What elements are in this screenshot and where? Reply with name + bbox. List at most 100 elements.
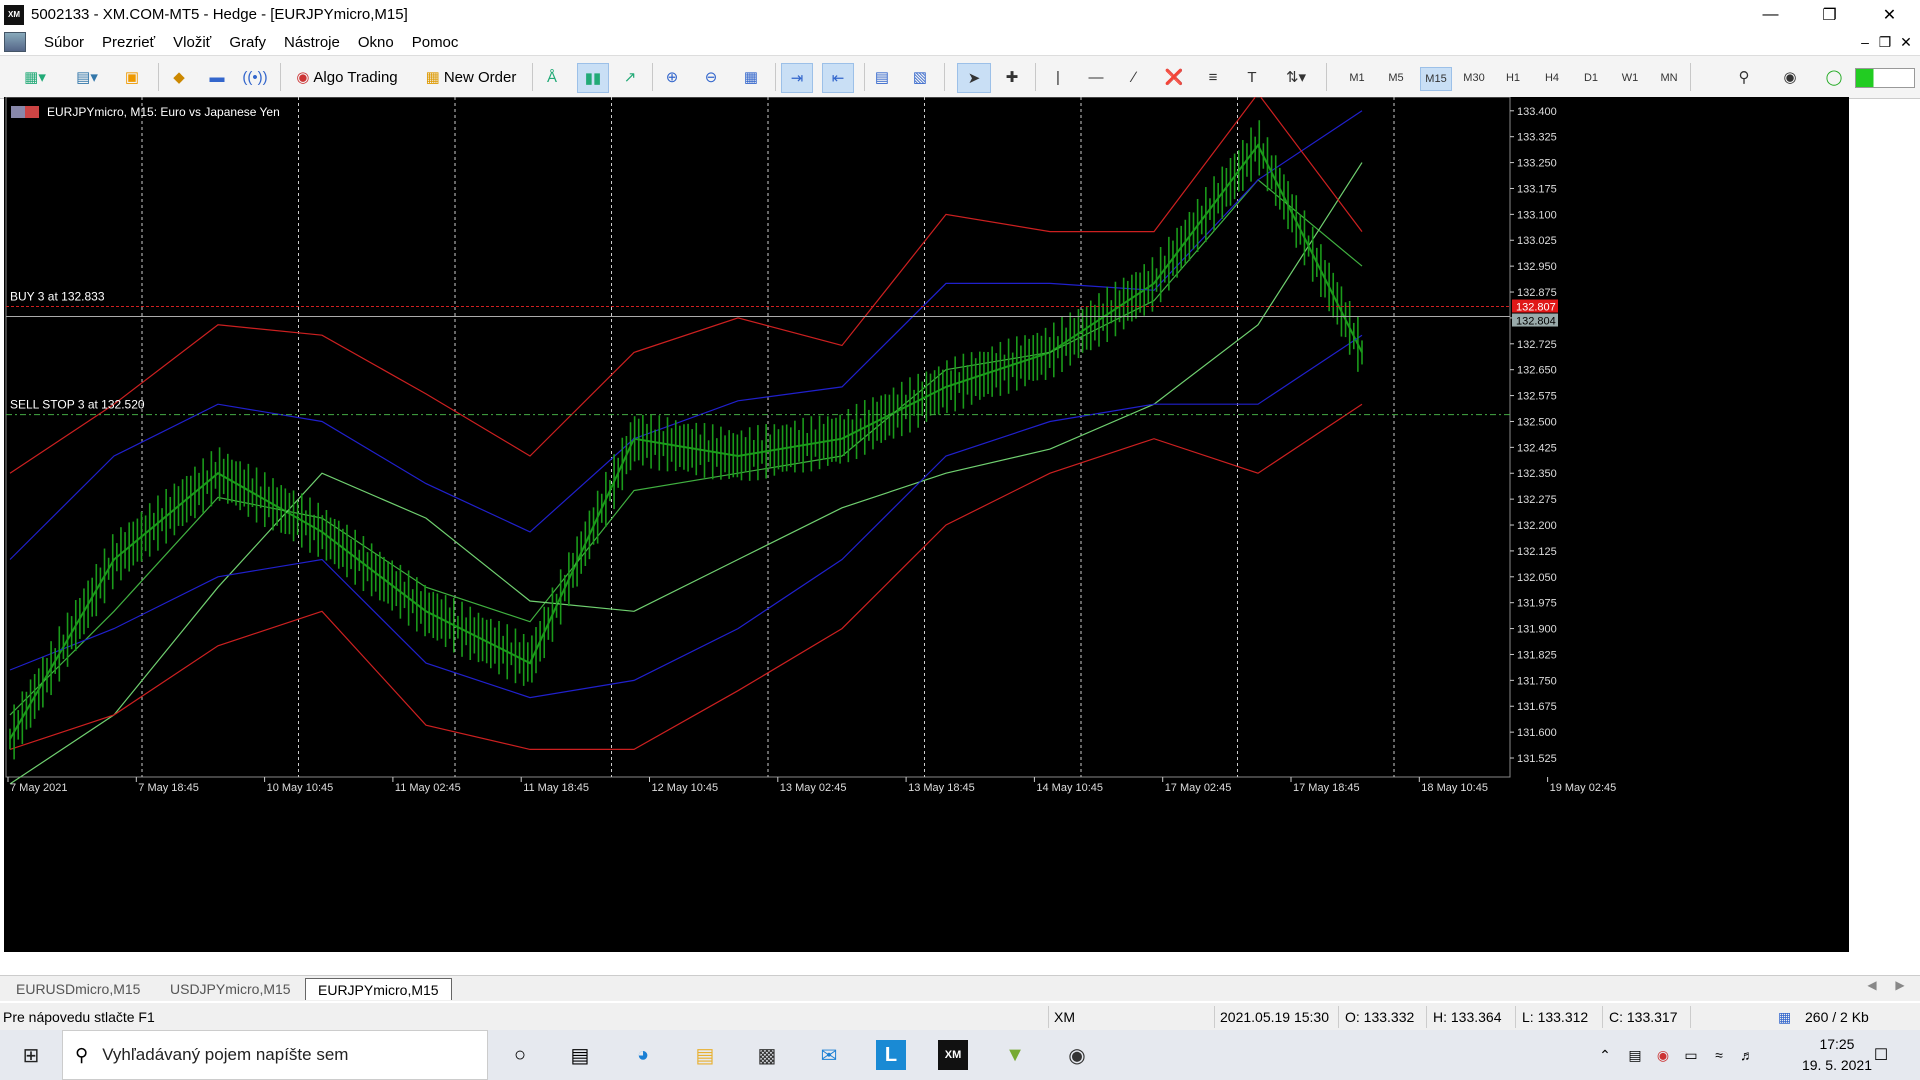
x-tick-label: 17 May 02:45 bbox=[1165, 782, 1232, 794]
menu-tools[interactable]: Nástroje bbox=[284, 34, 340, 51]
close-button[interactable]: ✕ bbox=[1862, 0, 1917, 29]
fibonacci-icon[interactable]: ≡ bbox=[1199, 63, 1227, 91]
obs-icon[interactable]: ◉ bbox=[1062, 1040, 1092, 1070]
series-line-2 bbox=[9, 162, 1363, 785]
indicators-icon[interactable]: ▤ bbox=[868, 63, 896, 91]
arrows-icon[interactable]: ⇅▾ bbox=[1276, 63, 1316, 91]
tab-scroll-left-icon[interactable]: ◀ bbox=[1862, 971, 1882, 999]
minimize-button[interactable]: — bbox=[1743, 0, 1798, 29]
search-icon[interactable]: ⚲ bbox=[1730, 63, 1758, 91]
tab-eurusd[interactable]: EURUSDmicro,M15 bbox=[4, 978, 152, 999]
vertical-line-icon[interactable]: | bbox=[1044, 63, 1072, 91]
chart-shift-icon[interactable]: ⇤ bbox=[822, 63, 854, 93]
elliott-wave-icon[interactable]: ❌ bbox=[1160, 63, 1188, 91]
menu-view[interactable]: Prezrieť bbox=[102, 34, 155, 51]
timeframe-w1[interactable]: W1 bbox=[1615, 67, 1645, 89]
menu-help[interactable]: Pomoc bbox=[412, 34, 459, 51]
market-watch-icon[interactable]: ▣ bbox=[118, 63, 146, 91]
account-icon[interactable]: ◉ bbox=[1776, 63, 1804, 91]
file-explorer-icon[interactable]: ▤ bbox=[690, 1040, 720, 1070]
tray-camera-icon[interactable]: ▤ bbox=[1620, 1040, 1650, 1070]
search-icon: ⚲ bbox=[75, 1044, 89, 1065]
task-view-icon[interactable]: ▤ bbox=[565, 1040, 595, 1070]
y-tick-label: 132.050 bbox=[1517, 572, 1557, 584]
menu-bar: Súbor Prezrieť Vložiť Grafy Nástroje Okn… bbox=[0, 29, 1920, 55]
xm-mt5-icon[interactable]: XM bbox=[938, 1040, 968, 1070]
candlestick-chart-icon[interactable]: ▮▮ bbox=[577, 63, 609, 93]
zoom-in-icon[interactable]: ⊕ bbox=[658, 63, 686, 91]
battery-icon[interactable]: ▭ bbox=[1676, 1040, 1706, 1070]
tab-usdjpy[interactable]: USDJPYmicro,M15 bbox=[158, 978, 303, 999]
x-tick-label: 13 May 18:45 bbox=[908, 782, 975, 794]
edge-icon[interactable]: ◕ bbox=[628, 1040, 658, 1070]
new-chart-icon[interactable]: ▦▾ bbox=[14, 63, 56, 91]
cursor-icon[interactable]: ➤ bbox=[957, 63, 991, 93]
app-logo: XM bbox=[4, 4, 24, 25]
timeframe-d1[interactable]: D1 bbox=[1576, 67, 1606, 89]
profiles-icon[interactable]: ▤▾ bbox=[66, 63, 108, 91]
chart-area[interactable]: BUY 3 at 132.833 SELL STOP 3 at 132.520 13… bbox=[4, 97, 1849, 952]
menu-file[interactable]: Súbor bbox=[44, 34, 84, 51]
timeframe-m30[interactable]: M30 bbox=[1459, 67, 1489, 89]
new-order-icon: ▦ bbox=[425, 69, 440, 86]
menu-window[interactable]: Okno bbox=[358, 34, 394, 51]
tray-chevron-icon[interactable]: ⌃ bbox=[1590, 1040, 1620, 1070]
tray-security-icon[interactable]: ◉ bbox=[1648, 1040, 1678, 1070]
taskbar-clock[interactable]: 17:25 19. 5. 2021 bbox=[1802, 1034, 1872, 1076]
price-chart: BUY 3 at 132.833 SELL STOP 3 at 132.520 13… bbox=[5, 97, 1616, 794]
y-tick-label: 132.350 bbox=[1517, 468, 1557, 480]
mail-icon[interactable]: ✉ bbox=[814, 1040, 844, 1070]
store-icon[interactable]: ▩ bbox=[752, 1040, 782, 1070]
chart-window-icon[interactable] bbox=[4, 32, 26, 52]
auto-scroll-icon[interactable]: ⇥ bbox=[781, 63, 813, 93]
y-tick-label: 133.325 bbox=[1517, 132, 1557, 144]
horizontal-line-icon[interactable]: — bbox=[1082, 63, 1110, 91]
algo-trading-icon: ◉ bbox=[296, 69, 310, 86]
navigator-icon[interactable]: ▬ bbox=[203, 63, 231, 91]
x-tick-label: 13 May 02:45 bbox=[780, 782, 847, 794]
timeframe-m1[interactable]: M1 bbox=[1342, 67, 1372, 89]
bar-open: O: 133.332 bbox=[1345, 1009, 1415, 1025]
line-chart-icon[interactable]: ↗ bbox=[616, 63, 644, 91]
vps-icon[interactable]: ◯ bbox=[1820, 63, 1848, 91]
bar-datetime: 2021.05.19 15:30 bbox=[1220, 1009, 1329, 1025]
trend-line-icon[interactable]: ∕ bbox=[1120, 63, 1148, 91]
menu-insert[interactable]: Vložiť bbox=[173, 34, 211, 51]
taskbar-search[interactable]: ⚲ Vyhľadávaný pojem napíšte sem bbox=[62, 1030, 488, 1080]
app-diamond-icon[interactable]: ▼ bbox=[1000, 1040, 1030, 1070]
mdi-close-icon[interactable]: ✕ bbox=[1893, 29, 1919, 55]
zoom-out-icon[interactable]: ⊖ bbox=[697, 63, 725, 91]
y-tick-label: 131.975 bbox=[1517, 598, 1557, 610]
crosshair-icon[interactable]: ✚ bbox=[998, 63, 1026, 91]
tab-eurjpy[interactable]: EURJPYmicro,M15 bbox=[305, 978, 452, 1000]
templates-icon[interactable]: ▧ bbox=[906, 63, 934, 91]
timeframe-h1[interactable]: H1 bbox=[1498, 67, 1528, 89]
restore-button[interactable]: ❐ bbox=[1802, 0, 1857, 29]
timeframe-h4[interactable]: H4 bbox=[1537, 67, 1567, 89]
menu-charts[interactable]: Grafy bbox=[229, 34, 266, 51]
timeframe-mn[interactable]: MN bbox=[1654, 67, 1684, 89]
windows-start-icon[interactable]: ⊞ bbox=[16, 1040, 46, 1070]
y-tick-label: 132.650 bbox=[1517, 365, 1557, 377]
x-tick-label: 18 May 10:45 bbox=[1421, 782, 1488, 794]
cortana-icon[interactable]: ○ bbox=[505, 1040, 535, 1070]
window-title: 5002133 - XM.COM-MT5 - Hedge - [EURJPYmi… bbox=[31, 6, 408, 23]
timeframe-m15[interactable]: M15 bbox=[1420, 67, 1452, 91]
bar-chart-icon[interactable]: Å bbox=[538, 63, 566, 91]
data-window-icon[interactable]: ◆ bbox=[165, 63, 193, 91]
sell-stop-label: SELL STOP 3 at 132.520 bbox=[10, 398, 145, 412]
tile-windows-icon[interactable]: ▦ bbox=[737, 63, 765, 91]
text-tool-icon[interactable]: T bbox=[1238, 63, 1266, 91]
tab-scroll-right-icon[interactable]: ▶ bbox=[1890, 971, 1910, 999]
wifi-icon[interactable]: ≈ bbox=[1704, 1040, 1734, 1070]
new-order-button[interactable]: ▦ New Order bbox=[417, 63, 525, 91]
l-app-icon[interactable]: L bbox=[876, 1040, 906, 1070]
volume-icon[interactable]: ♬ bbox=[1732, 1040, 1762, 1070]
x-tick-label: 11 May 18:45 bbox=[523, 782, 589, 794]
notifications-icon[interactable]: ☐ bbox=[1866, 1040, 1896, 1070]
timeframe-m5[interactable]: M5 bbox=[1381, 67, 1411, 89]
algo-trading-button[interactable]: ◉ Algo Trading bbox=[287, 63, 407, 91]
y-tick-label: 131.900 bbox=[1517, 624, 1557, 636]
y-tick-label: 133.100 bbox=[1517, 209, 1557, 221]
signals-icon[interactable]: ((•)) bbox=[241, 63, 269, 91]
